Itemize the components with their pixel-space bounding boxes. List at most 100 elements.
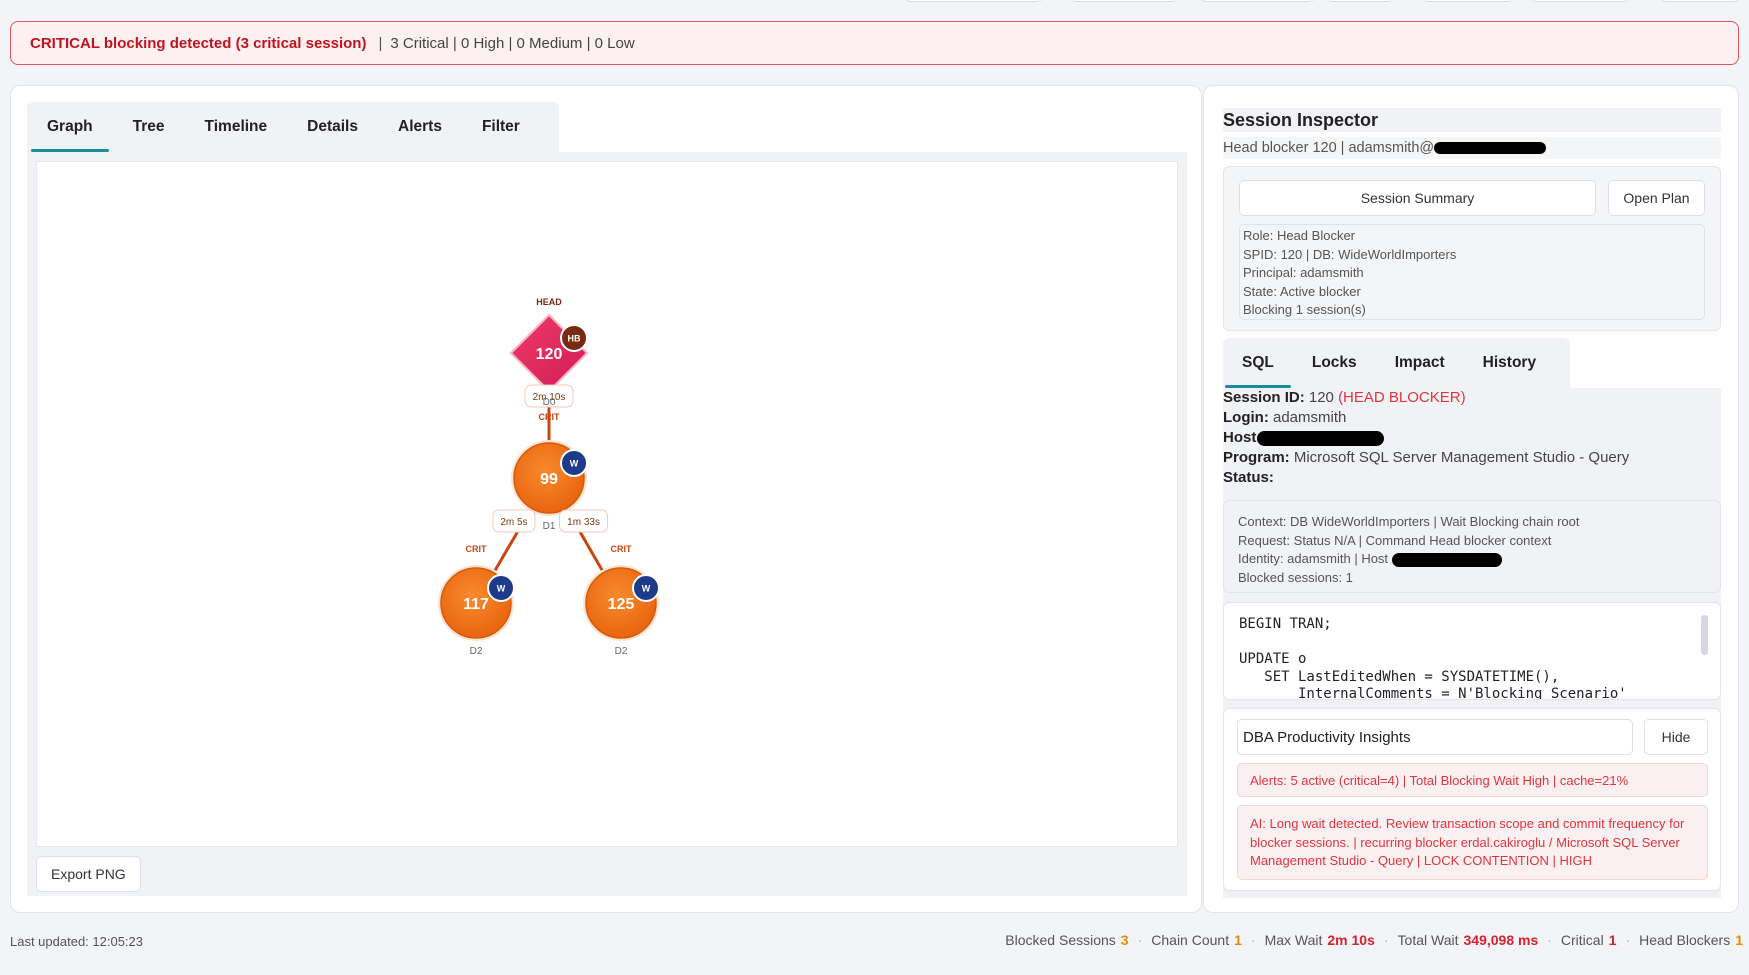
footer-stat-label: Max Wait <box>1264 932 1323 948</box>
footer-separator: · <box>1137 932 1143 948</box>
footer-stat-value: 349,098 ms <box>1463 932 1539 948</box>
footer-stat-label: Head Blockers <box>1639 932 1731 948</box>
inspector-subtitle: Head blocker 120 | adamsmith@ <box>1223 137 1721 159</box>
session-fields: Session ID: 120 (HEAD BLOCKER) Login: ad… <box>1223 388 1629 488</box>
redacted-identity-host <box>1391 552 1502 567</box>
sql-tab-content: Session ID: 120 (HEAD BLOCKER) Login: ad… <box>1223 388 1721 898</box>
tab-history[interactable]: History <box>1464 338 1555 388</box>
tab-impact[interactable]: Impact <box>1376 338 1464 388</box>
node-depth-label[interactable]: D2 <box>470 646 483 657</box>
field-program: Program: Microsoft SQL Server Management… <box>1223 448 1629 468</box>
session-summary-box: Session Summary Open Plan Role: Head Blo… <box>1223 166 1721 331</box>
footer-stat-label: Total Wait <box>1397 932 1459 948</box>
summary-state: State: Active blocker <box>1243 283 1361 299</box>
sql-code: BEGIN TRAN; UPDATE o SET LastEditedWhen … <box>1239 616 1627 700</box>
host-label: Host: <box>1223 429 1262 446</box>
badge-label: W <box>570 459 579 469</box>
toolbar-button[interactable] <box>905 0 1043 2</box>
tab-details[interactable]: Details <box>287 102 378 152</box>
tab-alerts[interactable]: Alerts <box>378 102 462 152</box>
head-label: HEAD <box>536 297 562 307</box>
export-png-button[interactable]: Export PNG <box>36 856 141 892</box>
blocked-sessions-line: Blocked sessions: 1 <box>1238 569 1353 585</box>
toolbar-button[interactable] <box>1070 0 1178 2</box>
tab-locks[interactable]: Locks <box>1293 338 1376 388</box>
edge-severity-label: CRIT <box>539 412 560 422</box>
program-label: Program: <box>1223 449 1290 466</box>
program-value: Microsoft SQL Server Management Studio -… <box>1293 449 1630 466</box>
hide-insights-button[interactable]: Hide <box>1644 719 1708 755</box>
session-id-value: 120 <box>1308 389 1334 406</box>
session-id-label: Session ID: <box>1223 389 1305 406</box>
node-session-id[interactable]: 120 <box>536 346 563 363</box>
edge-wait-label: 1m 33s <box>567 517 600 528</box>
toolbar-button[interactable] <box>1660 0 1740 2</box>
node-depth-label[interactable]: D0 <box>543 397 556 408</box>
tab-filter[interactable]: Filter <box>462 102 540 152</box>
graph-panel: Graph Tree Timeline Details Alerts Filte… <box>10 85 1202 913</box>
footer-separator: · <box>1625 932 1631 948</box>
footer-stat-label: Chain Count <box>1151 932 1230 948</box>
tab-graph[interactable]: Graph <box>27 102 113 152</box>
head-blocker-flag: (HEAD BLOCKER) <box>1338 389 1466 406</box>
last-updated: Last updated: 12:05:23 <box>10 934 144 949</box>
node-depth-label[interactable]: D1 <box>543 521 556 532</box>
toolbar-button[interactable] <box>1422 0 1514 2</box>
summary-role: Role: Head Blocker <box>1243 228 1355 243</box>
footer-stat-label: Critical <box>1560 932 1604 948</box>
severity-counts: 3 Critical | 0 High | 0 Medium | 0 Low <box>390 34 635 52</box>
edge-severity-label: CRIT <box>611 544 632 554</box>
blocking-graph[interactable]: HB120W99W117W125 2m 10sCRIT2m 5sCRIT1m 3… <box>37 162 1179 848</box>
badge-label: W <box>642 584 651 594</box>
footer-stat-value: 1 <box>1608 932 1617 948</box>
field-session-id: Session ID: 120 (HEAD BLOCKER) <box>1223 388 1629 408</box>
session-inspector-panel: Session Inspector Head blocker 120 | ada… <box>1203 85 1739 913</box>
node-session-id[interactable]: 125 <box>608 596 635 613</box>
context-line: Context: DB WideWorldImporters | Wait Bl… <box>1238 514 1580 529</box>
node-session-id[interactable]: 99 <box>540 471 558 488</box>
tab-sql[interactable]: SQL <box>1223 338 1293 388</box>
critical-banner-text: CRITICAL blocking detected (3 critical s… <box>30 34 367 52</box>
code-scrollbar[interactable] <box>1701 615 1708 655</box>
open-plan-button[interactable]: Open Plan <box>1608 180 1705 216</box>
footer-stat-value: 2m 10s <box>1327 932 1375 948</box>
graph-container: HB 120 W 99 W 117 W 125 2m 10s CRIT 2m 5s CRIT 1m 3… <box>27 152 1187 896</box>
footer-stat-value: 1 <box>1234 932 1242 948</box>
footer-separator: · <box>1383 932 1389 948</box>
node-depth-label[interactable]: D2 <box>615 646 628 657</box>
footer-stat-label: Blocked Sessions <box>1005 932 1116 948</box>
insights-ai-recommendation: AI: Long wait detected. Review transacti… <box>1237 805 1708 880</box>
summary-spid: SPID: 120 | DB: WideWorldImporters <box>1243 246 1457 262</box>
inspector-title: Session Inspector <box>1223 108 1721 132</box>
view-tabs: Graph Tree Timeline Details Alerts Filte… <box>27 102 559 152</box>
toolbar-button[interactable] <box>1326 0 1394 2</box>
inspector-subtitle-text: Head blocker 120 | adamsmith@ <box>1223 140 1435 156</box>
status-label: Status: <box>1223 469 1274 486</box>
field-login: Login: adamsmith <box>1223 408 1629 428</box>
request-line: Request: Status N/A | Command Head block… <box>1238 532 1552 548</box>
identity-line: Identity: adamsmith | Host <box>1238 550 1720 569</box>
session-summary-button[interactable]: Session Summary <box>1239 180 1596 216</box>
footer-stat-value: 1 <box>1735 932 1743 948</box>
inspector-tabs: SQL Locks Impact History <box>1223 338 1570 388</box>
context-box: Context: DB WideWorldImporters | Wait Bl… <box>1223 500 1721 593</box>
tab-timeline[interactable]: Timeline <box>185 102 288 152</box>
summary-blocking: Blocking 1 session(s) <box>1243 302 1366 317</box>
insights-title: DBA Productivity Insights <box>1237 719 1633 755</box>
footer-stats: Blocked Sessions 3 · Chain Count 1 · Max Wait 2… <box>1005 932 1743 948</box>
top-toolbar-remnant <box>0 0 1749 2</box>
sql-code-viewer[interactable]: BEGIN TRAN; UPDATE o SET LastEditedWhen … <box>1223 602 1721 700</box>
blocking-graph-canvas[interactable]: HB 120 W 99 W 117 W 125 2m 10s CRIT 2m 5s CRIT 1m 3… <box>36 161 1178 847</box>
critical-alert-banner: CRITICAL blocking detected (3 critical s… <box>10 21 1739 65</box>
field-status: Status: <box>1223 468 1629 488</box>
session-summary-details: Role: Head Blocker SPID: 120 | DB: WideW… <box>1239 224 1705 320</box>
node-session-id[interactable]: 117 <box>463 596 489 613</box>
tab-tree[interactable]: Tree <box>113 102 185 152</box>
toolbar-button[interactable] <box>1530 0 1630 2</box>
redacted-host-value <box>1257 430 1385 446</box>
identity-text: Identity: adamsmith | Host <box>1238 551 1389 566</box>
footer-separator: · <box>1547 932 1552 948</box>
insights-box: DBA Productivity Insights Hide Alerts: 5… <box>1223 708 1721 891</box>
toolbar-button[interactable] <box>1200 0 1315 2</box>
field-host: Host: <box>1223 428 1629 448</box>
